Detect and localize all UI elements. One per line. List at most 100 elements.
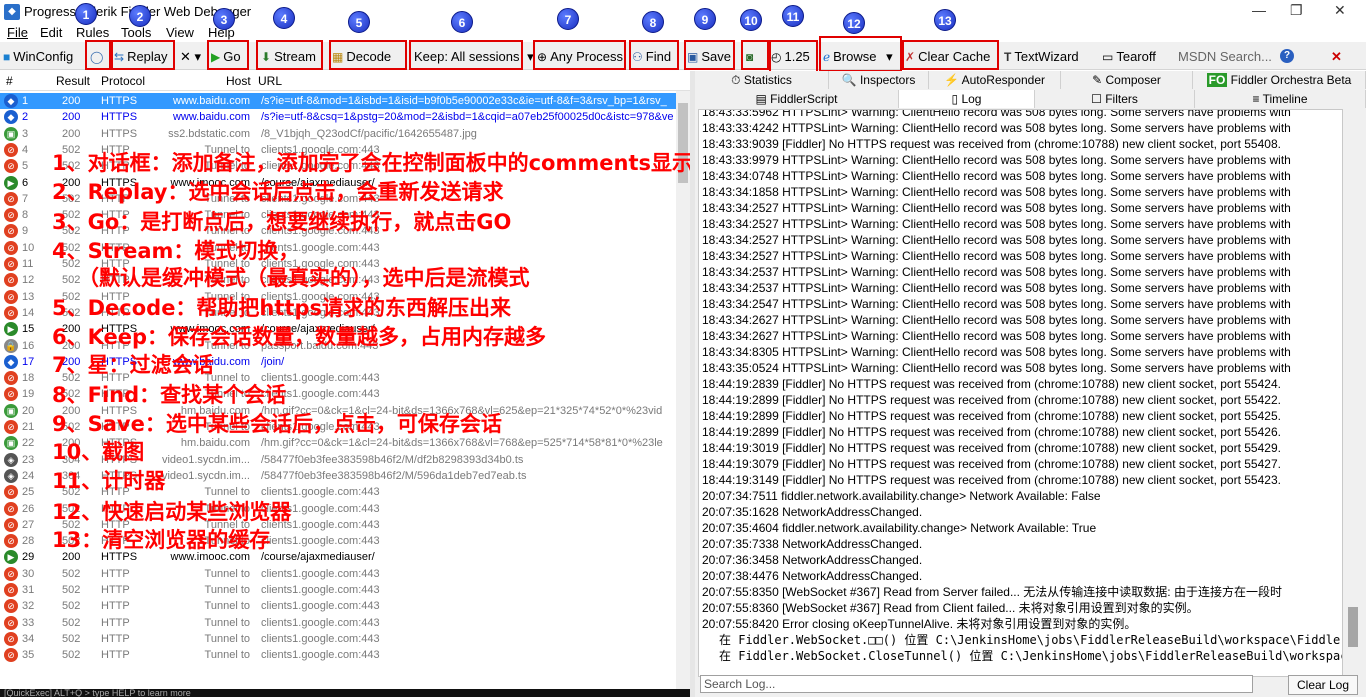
timer-button[interactable]: ◴ 1.25 xyxy=(771,46,810,68)
log-scrollbar[interactable] xyxy=(1344,109,1362,677)
menu-file[interactable]: File xyxy=(7,25,28,40)
session-row[interactable]: ⊘ 34 502 HTTP Tunnel to clients1.google.com:4… xyxy=(0,631,676,647)
screenshot-button[interactable]: ◙ xyxy=(746,46,756,68)
session-row[interactable]: ⊘ 33 502 HTTP Tunnel to clients1.google.com:4… xyxy=(0,615,676,631)
log-textarea[interactable]: 18:43:33:5962 HTTPSLint> Warning: Client… xyxy=(698,109,1343,677)
menu-edit[interactable]: Edit xyxy=(40,25,62,40)
session-url: /s?ie=utf-8&csq=1&pstg=20&mod=2&isbd=1&c… xyxy=(261,111,674,124)
session-row[interactable]: ⊘ 30 502 HTTP Tunnel to clients1.google.com:4… xyxy=(0,566,676,582)
session-status-icon: ⊘ xyxy=(4,371,18,386)
session-status-icon: ⊘ xyxy=(4,615,18,630)
find-button[interactable]: ⚇ Find xyxy=(632,46,671,68)
tab-composer[interactable]: ✎ Composer xyxy=(1061,71,1193,89)
search-log-input[interactable]: Search Log... xyxy=(700,675,1253,693)
session-status-icon: ⊘ xyxy=(4,485,18,500)
session-row[interactable]: ⊘ 32 502 HTTP Tunnel to clients1.google.com:4… xyxy=(0,598,676,614)
scrollbar-thumb[interactable] xyxy=(1348,607,1358,647)
annotation-note: 4、Stream：模式切换， xyxy=(52,239,300,263)
session-status-icon: ⊘ xyxy=(4,583,18,597)
comment-button[interactable]: ◯ xyxy=(90,46,106,68)
session-num: 8 xyxy=(22,209,29,222)
session-num: 27 xyxy=(22,518,35,531)
callout-badge-7: 7 xyxy=(557,8,579,30)
save-button[interactable]: ▣ Save xyxy=(687,46,731,68)
session-row[interactable]: ◆ 1 200 HTTPS www.baidu.com/s?ie=utf-8&mod=1… xyxy=(0,93,676,110)
session-row[interactable]: ⊘ 31 502 HTTP Tunnel to clients1.google.com:4… xyxy=(0,582,676,598)
play-icon: ▶ xyxy=(211,50,221,64)
session-row[interactable]: ⊘ 35 502 HTTP Tunnel to clients1.google.com:4… xyxy=(0,647,676,663)
session-num: 3 xyxy=(22,127,29,140)
tab-inspectors[interactable]: 🔍 Inspectors xyxy=(829,71,929,89)
session-result: 502 xyxy=(62,567,81,580)
winconfig-button[interactable]: ■ WinConfig xyxy=(3,46,73,68)
decode-button[interactable]: ▦ Decode xyxy=(332,46,391,68)
session-status-icon: ⊘ xyxy=(4,534,18,549)
clear-cache-button[interactable]: ✗ Clear Cache xyxy=(905,46,990,68)
close-toolbar-icon[interactable]: ✕ xyxy=(1331,46,1342,68)
annotation-note: 1、对话框：添加备注，添加完了会在控制面板中的comments显示 xyxy=(52,151,693,175)
remove-sessions-button[interactable]: ✕ ▾ xyxy=(180,46,201,68)
minimize-button[interactable]: — xyxy=(1252,2,1266,18)
session-status-icon: ⊘ xyxy=(4,208,18,223)
keep-sessions-dropdown[interactable]: Keep: All sessions ▾ xyxy=(414,46,534,68)
right-panel: ⏱ Statistics 🔍 Inspectors ⚡ AutoResponde… xyxy=(695,71,1366,697)
session-status-icon: ⊘ xyxy=(4,501,18,516)
tab-autoresponder[interactable]: ⚡ AutoResponder xyxy=(929,71,1061,89)
maximize-button[interactable]: ❐ xyxy=(1290,2,1303,19)
tab-statistics[interactable]: ⏱ Statistics xyxy=(695,71,829,89)
crosshair-icon: ⊕ xyxy=(537,50,548,64)
col-url-header[interactable]: URL xyxy=(258,74,282,88)
tab-log[interactable]: ▯ Log xyxy=(899,90,1035,108)
browse-button[interactable]: ℯ Browse ▾ xyxy=(823,46,893,68)
stream-button[interactable]: ⬇ Stream xyxy=(261,46,316,68)
clear-log-button[interactable]: Clear Log xyxy=(1288,675,1358,695)
callout-badge-5: 5 xyxy=(348,11,370,33)
session-status-icon: ⊘ xyxy=(4,191,18,206)
log-line: 18:43:34:2527 HTTPSLint> Warning: Client… xyxy=(702,249,1291,263)
tearoff-button[interactable]: ▭ Tearoff xyxy=(1102,46,1156,68)
timeline-icon: ≡ xyxy=(1252,92,1260,106)
close-window-button[interactable]: ✕ xyxy=(1334,2,1346,19)
msdn-search-input[interactable]: MSDN Search... xyxy=(1178,46,1272,68)
menu-view[interactable]: View xyxy=(166,25,194,40)
tab-fiddlerscript[interactable]: ▤ FiddlerScript xyxy=(695,90,899,108)
session-row[interactable]: ▣ 3 200 HTTPS ss2.bdstatic.com/8_V1bjqh_Q23o… xyxy=(0,126,676,142)
callout-badge-6: 6 xyxy=(451,11,473,33)
session-num: 19 xyxy=(22,388,35,401)
col-num-header[interactable]: # xyxy=(6,74,13,88)
title-bar: ◆ Progress Telerik Fiddler Web Debugger … xyxy=(0,0,1366,24)
help-icon[interactable]: ? xyxy=(1280,49,1294,63)
stopwatch-icon: ⏱ xyxy=(731,73,741,87)
session-result: 200 xyxy=(62,95,81,107)
col-protocol-header[interactable]: Protocol xyxy=(101,74,145,88)
quickexec-bar[interactable]: [QuickExec] ALT+Q > type HELP to learn m… xyxy=(0,689,690,697)
replay-icon: ⇆ xyxy=(114,50,125,64)
session-num: 5 xyxy=(22,160,29,173)
log-icon: ▯ xyxy=(951,92,959,106)
sessions-scrollbar[interactable] xyxy=(676,91,690,689)
callout-badge-1: 1 xyxy=(75,3,97,25)
go-button[interactable]: ▶ Go xyxy=(211,46,241,68)
session-status-icon: ⊘ xyxy=(4,631,18,646)
tab-row-1: ⏱ Statistics 🔍 Inspectors ⚡ AutoResponde… xyxy=(695,71,1366,89)
session-status-icon: ⊘ xyxy=(4,257,18,271)
col-result-header[interactable]: Result xyxy=(56,74,90,88)
tab-fiddler-orchestra[interactable]: FO Fiddler Orchestra Beta xyxy=(1193,71,1366,89)
annotation-note: 10、截图 xyxy=(52,440,145,464)
log-line: 18:43:33:9979 HTTPSLint> Warning: Client… xyxy=(702,153,1291,167)
session-host: Tunnel to xyxy=(204,567,250,580)
any-process-button[interactable]: ⊕ Any Process xyxy=(537,46,623,68)
session-row[interactable]: ◆ 2 200 HTTPS www.baidu.com/s?ie=utf-8&csq=1… xyxy=(0,109,676,125)
decode-icon: ▦ xyxy=(332,50,344,64)
textwizard-button[interactable]: T TextWizard xyxy=(1004,46,1079,68)
log-line: 18:44:19:2899 [Fiddler] No HTTPS request… xyxy=(702,393,1281,407)
menu-tools[interactable]: Tools xyxy=(121,25,151,40)
replay-button[interactable]: ⇆ Replay xyxy=(114,46,168,68)
col-host-header[interactable]: Host xyxy=(226,74,251,88)
callout-badge-9: 9 xyxy=(694,8,716,30)
tab-filters[interactable]: ☐ Filters xyxy=(1035,90,1195,108)
menu-rules[interactable]: Rules xyxy=(76,25,109,40)
session-num: 34 xyxy=(22,632,35,645)
tab-timeline[interactable]: ≡ Timeline xyxy=(1195,90,1366,108)
annotation-note: 2、Replay：选中会话后点击，会重新发送请求 xyxy=(52,180,504,204)
